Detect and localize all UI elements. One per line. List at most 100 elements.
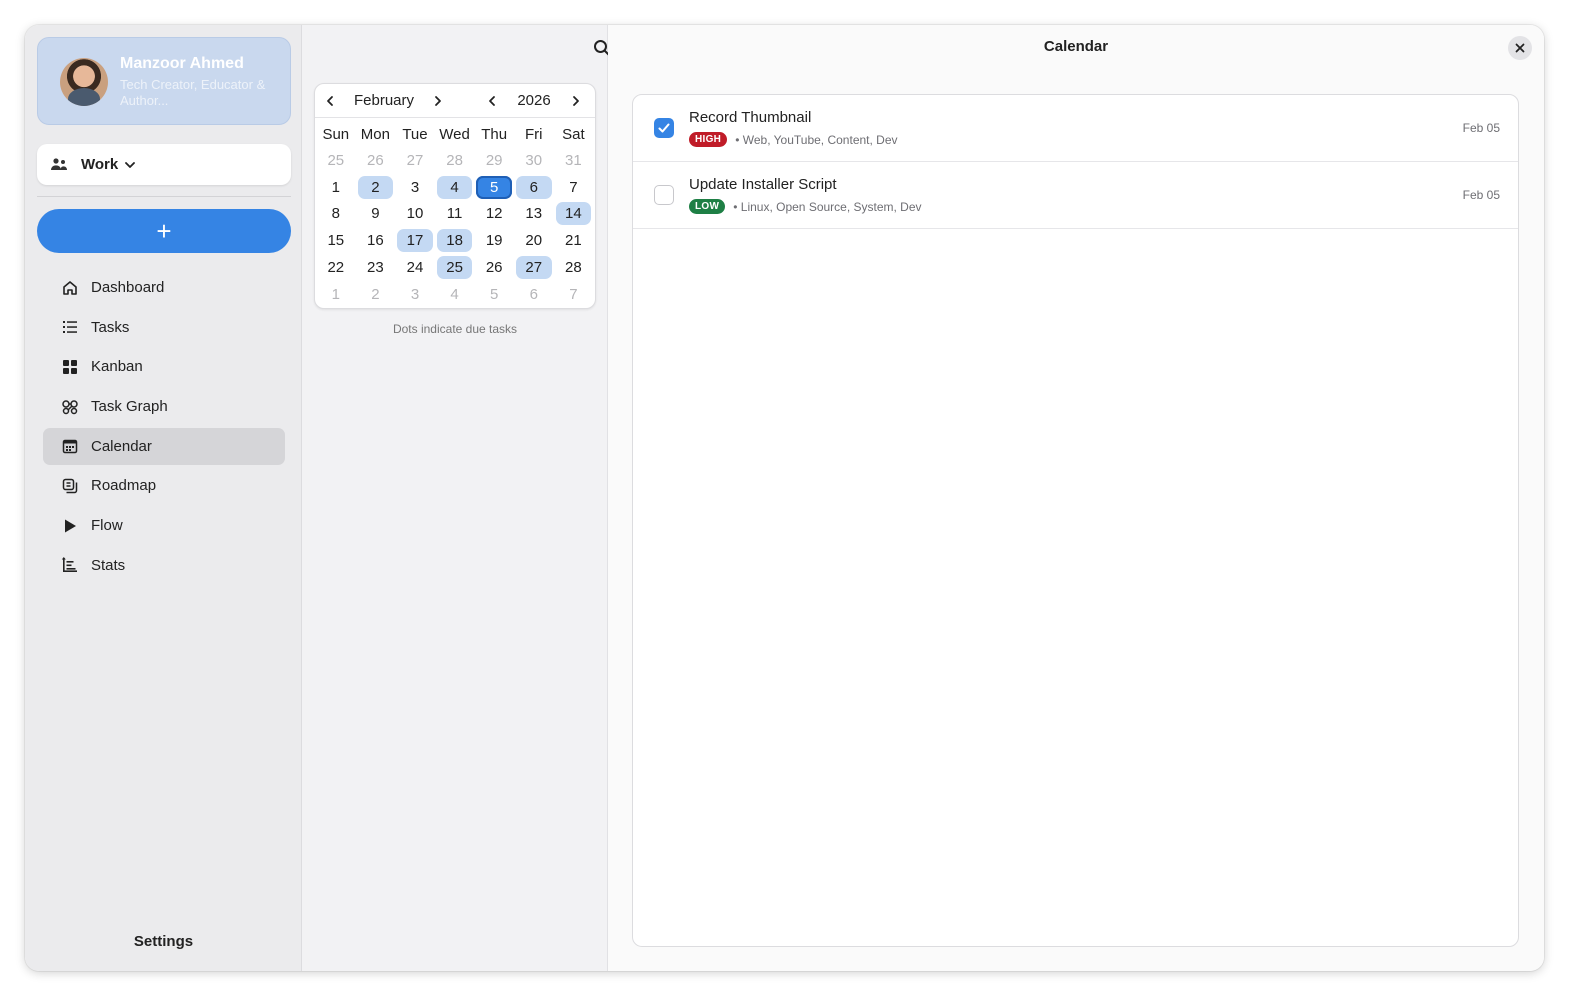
chevron-left-icon <box>489 95 495 106</box>
priority-badge: LOW <box>689 199 726 214</box>
calendar-day[interactable]: 14 <box>555 202 592 226</box>
sidebar-item-calendar[interactable]: Calendar <box>43 427 285 465</box>
chevron-right-icon <box>573 95 579 106</box>
sidebar-item-tasks[interactable]: Tasks <box>43 309 285 346</box>
calendar-day[interactable]: 12 <box>476 202 512 225</box>
calendar-day[interactable]: 26 <box>358 149 394 172</box>
calendar-day[interactable]: 5 <box>476 283 512 306</box>
calendar-day[interactable]: 8 <box>318 202 354 225</box>
task-checkbox[interactable] <box>654 185 674 205</box>
calendar-day[interactable]: 6 <box>516 283 552 306</box>
calendar-day[interactable]: 10 <box>397 202 433 225</box>
stats-icon <box>61 557 77 573</box>
sidebar-item-dashboard[interactable]: Dashboard <box>43 269 285 306</box>
list-icon <box>63 321 77 334</box>
calendar-day[interactable]: 6 <box>515 175 552 199</box>
calendar-grid: Sun Mon Tue Wed Thu Fri Sat 25 26 27 28 29 30 31 1 2 3 4 5… <box>315 118 595 308</box>
calendar-day[interactable]: 29 <box>476 149 512 172</box>
weekday-label: Tue <box>402 126 428 143</box>
task-list: Record Thumbnail HIGH • Web, YouTube, Co… <box>632 94 1519 947</box>
calendar-day[interactable]: 25 <box>318 149 354 172</box>
next-month-button[interactable] <box>426 89 450 113</box>
calendar-day[interactable]: 27 <box>515 256 552 280</box>
play-icon <box>65 519 76 533</box>
sidebar-item-roadmap[interactable]: Roadmap <box>43 467 285 504</box>
task-title: Update Installer Script <box>689 176 837 193</box>
prev-month-button[interactable] <box>318 89 342 113</box>
chevron-down-icon <box>125 161 136 168</box>
calendar-day[interactable]: 13 <box>516 202 552 225</box>
calendar-day[interactable]: 21 <box>556 229 592 252</box>
calendar-day[interactable]: 27 <box>397 149 433 172</box>
calendar-day[interactable]: 18 <box>436 229 473 253</box>
workspace-label: Work <box>81 156 119 173</box>
calendar-day[interactable]: 28 <box>437 149 473 172</box>
calendar-day-selected[interactable]: 5 <box>476 175 512 199</box>
close-button[interactable] <box>1508 36 1532 60</box>
task-row[interactable]: Update Installer Script LOW • Linux, Ope… <box>633 162 1518 229</box>
calendar-icon <box>62 440 78 454</box>
task-row[interactable]: Record Thumbnail HIGH • Web, YouTube, Co… <box>633 95 1518 162</box>
calendar-day[interactable]: 23 <box>358 256 394 279</box>
calendar-day[interactable]: 2 <box>358 283 394 306</box>
sidebar-item-kanban[interactable]: Kanban <box>43 348 285 385</box>
calendar-day[interactable]: 4 <box>437 283 473 306</box>
calendar-day[interactable]: 28 <box>556 256 592 279</box>
calendar-pane: February 2026 Sun Mon Tue Wed Thu Fri Sat 25 26 2… <box>302 25 610 971</box>
sidebar-item-label: Stats <box>91 556 126 574</box>
calendar-hint: Dots indicate due tasks <box>392 322 518 336</box>
calendar-day[interactable]: 3 <box>397 283 433 306</box>
calendar-day[interactable]: 31 <box>556 149 592 172</box>
profile-name: Manzoor Ahmed <box>120 55 244 72</box>
task-meta: LOW • Linux, Open Source, System, Dev <box>689 199 922 214</box>
calendar-day[interactable]: 4 <box>436 175 473 199</box>
sidebar-item-flow[interactable]: Flow <box>43 507 285 544</box>
calendar-day[interactable]: 26 <box>476 256 512 279</box>
task-date: Feb 05 <box>1462 121 1500 135</box>
calendar-day[interactable]: 17 <box>397 229 433 253</box>
main-content: Calendar Record Thumbnail HIGH • Web, Yo… <box>608 25 1544 971</box>
weekday-label: Sat <box>562 126 585 143</box>
workspace-selector[interactable]: Work <box>37 144 291 185</box>
calendar-day[interactable]: 16 <box>358 229 394 252</box>
weekday-label: Mon <box>360 126 390 143</box>
calendar-day[interactable]: 3 <box>397 176 433 199</box>
calendar-day[interactable]: 11 <box>437 202 473 225</box>
people-icon <box>51 157 67 170</box>
next-year-button[interactable] <box>564 89 588 113</box>
settings-button[interactable]: Settings <box>25 933 302 950</box>
sidebar-item-label: Kanban <box>91 358 143 376</box>
sidebar-item-label: Tasks <box>91 318 130 336</box>
sidebar-item-stats[interactable]: Stats <box>43 547 285 584</box>
month-label: February <box>353 92 415 109</box>
add-task-button[interactable]: + <box>37 209 291 253</box>
calendar-day[interactable]: 19 <box>476 229 512 252</box>
roadmap-icon <box>62 478 78 494</box>
app-window: Manzoor Ahmed Tech Creator, Educator & A… <box>25 25 1544 971</box>
task-title: Record Thumbnail <box>689 109 812 126</box>
sidebar: Manzoor Ahmed Tech Creator, Educator & A… <box>25 25 302 971</box>
calendar-day[interactable]: 15 <box>318 229 354 252</box>
calendar-day[interactable]: 1 <box>318 283 354 306</box>
calendar-day[interactable]: 2 <box>357 175 394 199</box>
calendar-day[interactable]: 30 <box>516 149 552 172</box>
graph-icon <box>62 399 78 414</box>
calendar-day[interactable]: 20 <box>516 229 552 252</box>
sidebar-nav: Dashboard Tasks Kanban Task Graph Calend… <box>43 269 285 587</box>
profile-subtitle: Tech Creator, Educator & Author... <box>120 77 266 108</box>
calendar-day[interactable]: 22 <box>318 256 354 279</box>
sidebar-item-task-graph[interactable]: Task Graph <box>43 388 285 425</box>
weekday-label: Fri <box>525 126 543 143</box>
calendar-day[interactable]: 7 <box>556 176 592 199</box>
calendar-day[interactable]: 7 <box>556 283 592 306</box>
home-icon <box>63 280 77 295</box>
calendar-day[interactable]: 9 <box>358 202 394 225</box>
task-meta: HIGH • Web, YouTube, Content, Dev <box>689 132 898 147</box>
profile-card[interactable]: Manzoor Ahmed Tech Creator, Educator & A… <box>37 37 291 125</box>
prev-year-button[interactable] <box>480 89 504 113</box>
calendar-day[interactable]: 25 <box>436 256 473 280</box>
calendar-day[interactable]: 24 <box>397 256 433 279</box>
task-checkbox[interactable] <box>654 118 674 138</box>
sidebar-item-label: Calendar <box>91 437 152 455</box>
calendar-day[interactable]: 1 <box>318 176 354 199</box>
